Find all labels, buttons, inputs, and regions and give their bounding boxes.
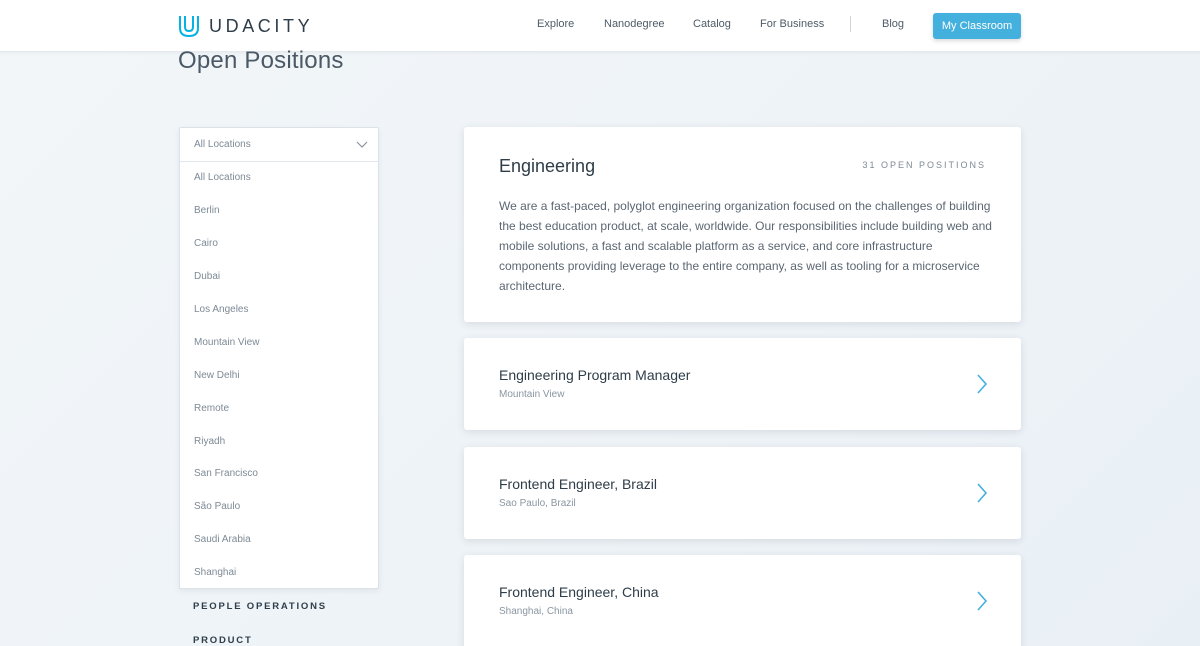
department-title: Engineering [499, 156, 596, 176]
job-card[interactable]: Frontend Engineer, China Shanghai, China [464, 555, 1021, 646]
top-navigation-bar: UDACITY Explore Nanodegree Catalog For B… [0, 0, 1200, 52]
nav-explore[interactable]: Explore [537, 18, 574, 30]
chevron-down-icon [356, 141, 368, 148]
location-option-shanghai[interactable]: Shanghai [194, 567, 236, 578]
location-option-remote[interactable]: Remote [194, 403, 229, 414]
location-option-riyadh[interactable]: Riyadh [194, 436, 225, 447]
open-positions-count: 31 OPEN POSITIONS [862, 160, 986, 170]
location-option-sao-paulo[interactable]: São Paulo [194, 501, 240, 512]
department-description: We are a fast-paced, polyglot engineerin… [499, 199, 992, 293]
nav-catalog[interactable]: Catalog [693, 18, 731, 30]
logo-wordmark: UDACITY [209, 15, 314, 36]
location-option-saudi-arabia[interactable]: Saudi Arabia [194, 534, 251, 545]
location-dropdown-toggle[interactable]: All Locations [180, 128, 378, 162]
page-title: Open Positions [178, 47, 344, 74]
location-option-san-francisco[interactable]: San Francisco [194, 468, 258, 479]
location-dropdown[interactable]: All Locations All Locations Berlin Cairo… [179, 127, 379, 589]
nav-nanodegree[interactable]: Nanodegree [604, 18, 665, 30]
location-option-los-angeles[interactable]: Los Angeles [194, 304, 249, 315]
udacity-logo-icon [179, 16, 199, 38]
location-option-dubai[interactable]: Dubai [194, 271, 220, 282]
nav-for-business[interactable]: For Business [760, 18, 824, 30]
department-card: Engineering 31 OPEN POSITIONS We are a f… [464, 127, 1021, 322]
location-option-new-delhi[interactable]: New Delhi [194, 370, 240, 381]
location-option-cairo[interactable]: Cairo [194, 238, 218, 249]
my-classroom-button[interactable]: My Classroom [933, 13, 1021, 39]
job-location: Sao Paulo, Brazil [499, 498, 576, 509]
category-people-operations[interactable]: PEOPLE OPERATIONS [193, 601, 327, 612]
location-option-all[interactable]: All Locations [194, 172, 251, 183]
chevron-right-icon[interactable] [976, 482, 988, 504]
job-title: Engineering Program Manager [499, 367, 691, 383]
nav-blog[interactable]: Blog [882, 18, 904, 30]
job-title: Frontend Engineer, China [499, 584, 659, 600]
category-product[interactable]: PRODUCT [193, 635, 253, 646]
location-option-mountain-view[interactable]: Mountain View [194, 337, 259, 348]
udacity-logo[interactable]: UDACITY [178, 13, 313, 39]
job-card[interactable]: Frontend Engineer, Brazil Sao Paulo, Bra… [464, 447, 1021, 539]
job-card[interactable]: Engineering Program Manager Mountain Vie… [464, 338, 1021, 430]
chevron-right-icon[interactable] [976, 590, 988, 612]
job-location: Mountain View [499, 389, 565, 400]
nav-divider [850, 16, 851, 32]
location-option-berlin[interactable]: Berlin [194, 205, 220, 216]
chevron-right-icon[interactable] [976, 373, 988, 395]
location-selected-value: All Locations [194, 139, 251, 150]
job-location: Shanghai, China [499, 606, 573, 617]
job-title: Frontend Engineer, Brazil [499, 476, 657, 492]
